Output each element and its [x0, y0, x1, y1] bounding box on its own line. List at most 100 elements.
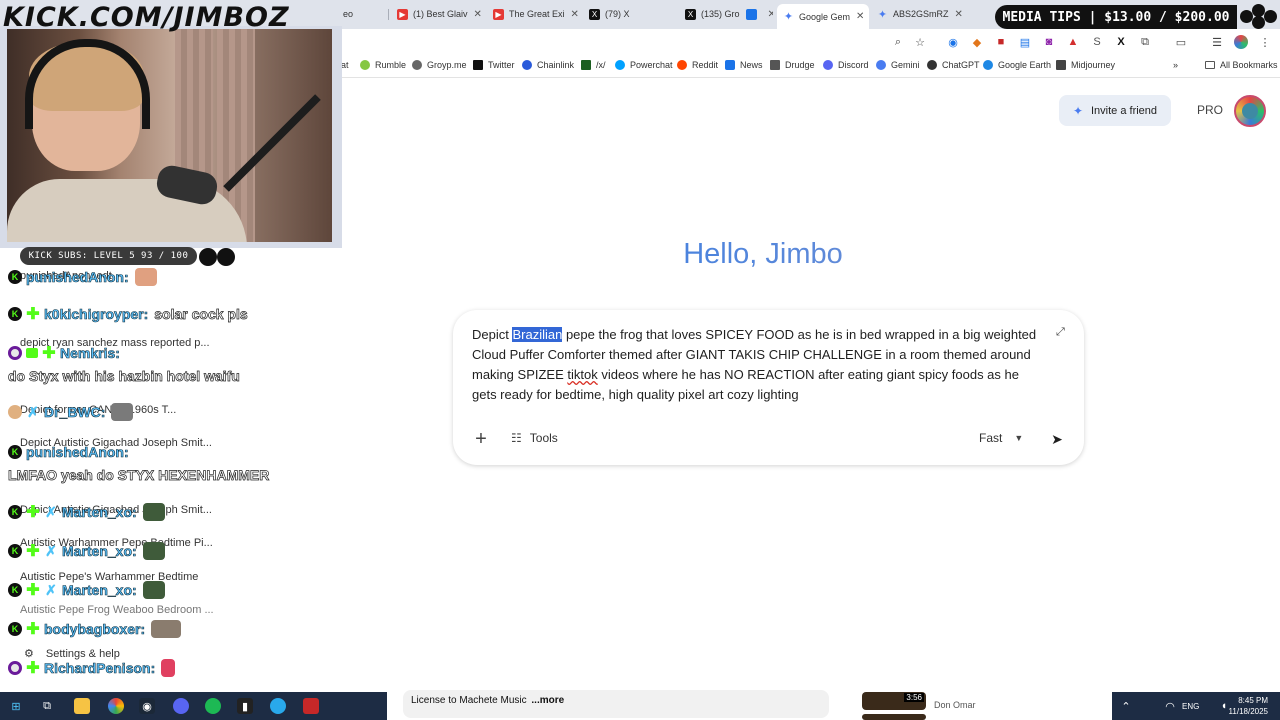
chat-username: k0kichigroyper:	[44, 306, 149, 323]
bookmark-twitter[interactable]: Twitter	[473, 60, 515, 70]
moderator-badge-icon	[8, 661, 22, 675]
language-indicator[interactable]: ENG	[1182, 702, 1199, 711]
bookmarks-overflow-icon[interactable]: »	[1173, 60, 1178, 70]
channel-name[interactable]: Don Omar	[934, 700, 976, 710]
more-menu-icon[interactable]: ⋮	[1258, 35, 1272, 49]
tab-best-glaive[interactable]: ▶ (1) Best Glaiv ✕	[397, 4, 485, 24]
extension-icon[interactable]: S	[1090, 35, 1104, 49]
invite-friend-button[interactable]: ✦ Invite a friend	[1059, 95, 1171, 126]
spotify-icon[interactable]	[205, 698, 221, 714]
bookmark-chainlink[interactable]: Chainlink	[522, 60, 574, 70]
chat-message: ✚ RichardPenison:	[8, 659, 176, 677]
chat-message: K punishedAnon:	[8, 444, 135, 460]
bookmark-chatgpt[interactable]: ChatGPT	[927, 60, 980, 70]
tab-x-135[interactable]: X (135) Gro ✕	[685, 4, 773, 24]
zoom-icon[interactable]: ⌕	[891, 35, 905, 49]
bookmark-star-icon[interactable]: ☆	[913, 35, 927, 49]
video-description[interactable]: License to Machete Music ...more	[403, 690, 829, 718]
extension-icon[interactable]: ◉	[946, 35, 960, 49]
bookmark-news[interactable]: News	[725, 60, 763, 70]
telegram-icon[interactable]	[270, 698, 286, 714]
sub-badge-icon: ✚	[42, 345, 56, 362]
clock-date[interactable]: 11/18/2025	[1216, 707, 1268, 716]
clock-time[interactable]: 8:45 PM	[1224, 696, 1268, 705]
task-view-icon[interactable]: ⧉	[39, 698, 55, 714]
tab-great-exit[interactable]: ▶ The Great Exi ✕	[493, 4, 581, 24]
obs-icon[interactable]: ▮	[237, 698, 253, 714]
bookmark-reddit[interactable]: Reddit	[677, 60, 718, 70]
taskbar: ⊞ ⧉ ◉ ▮	[0, 692, 387, 720]
bookmark-midjourney[interactable]: Midjourney	[1056, 60, 1115, 70]
close-icon[interactable]: ✕	[856, 11, 864, 22]
expand-icon[interactable]: ⤢	[1056, 326, 1065, 339]
reading-list-icon[interactable]: ☰	[1210, 35, 1224, 49]
extension-icon[interactable]: ■	[994, 35, 1008, 49]
chat-text: do Styx with his hazbin hotel waifu	[8, 368, 240, 385]
add-attachment-button[interactable]: +	[471, 428, 491, 451]
chrome-icon[interactable]	[108, 698, 124, 714]
bookmark-drudge[interactable]: Drudge	[770, 60, 815, 70]
metamask-icon[interactable]: ◆	[970, 35, 984, 49]
video-thumbnail[interactable]	[862, 714, 926, 720]
tab-partial[interactable]: eo	[343, 4, 367, 24]
close-icon[interactable]: ✕	[571, 9, 579, 20]
gemini-icon: ✦	[783, 11, 794, 23]
video-thumbnail[interactable]: 3:56	[862, 692, 926, 710]
bar-badge-icon	[26, 348, 38, 358]
puzzle-icon[interactable]: ⧉	[1138, 35, 1152, 49]
kick-logo-icon	[1240, 4, 1278, 30]
wifi-icon[interactable]: ◠	[1162, 698, 1178, 714]
bookmark-groypme[interactable]: Groyp.me	[412, 60, 467, 70]
recent-chat-item[interactable]: Autistic Pepe Frog Weaboo Bedroom ...	[20, 604, 214, 616]
close-icon[interactable]: ✕	[955, 9, 963, 20]
tab-google-gemini[interactable]: ✦ Google Gem ✕	[777, 4, 869, 29]
bookmark-google-earth[interactable]: Google Earth	[983, 60, 1051, 70]
channel-watermark: KICK.COM/JIMBOZ	[3, 2, 290, 33]
chat-message-body: do Styx with his hazbin hotel waifu	[8, 368, 240, 385]
pro-badge[interactable]: PRO	[1197, 103, 1223, 117]
extension-icon[interactable]: ▲	[1066, 35, 1080, 49]
extension-icon[interactable]: ◙	[1042, 35, 1056, 49]
reddit-icon	[677, 60, 687, 70]
prompt-textarea[interactable]: Depict Brazilian pepe the frog that love…	[472, 325, 1047, 405]
cast-icon[interactable]: ▭	[1174, 35, 1188, 49]
bookmark-x-board[interactable]: /x/	[581, 60, 606, 70]
bookmark-partial[interactable]: at	[341, 60, 349, 70]
extension-icon[interactable]: ▤	[1018, 35, 1032, 49]
file-explorer-icon[interactable]	[74, 698, 90, 714]
sliders-icon: ☷	[511, 431, 522, 445]
tab-label: (79) X	[605, 9, 630, 19]
emote-icon	[151, 620, 182, 638]
close-icon[interactable]: ✕	[474, 9, 482, 20]
tab-label: (135) Gro	[701, 9, 740, 19]
sword-badge-icon: ✗	[45, 542, 57, 559]
x-logo-icon[interactable]: X	[1114, 35, 1128, 49]
chat-username: Nemkris:	[60, 345, 121, 362]
windows-start-icon[interactable]: ⊞	[8, 698, 24, 714]
bookmark-label: Groyp.me	[427, 60, 467, 70]
bookmark-discord[interactable]: Discord	[823, 60, 869, 70]
tab-abs2gs[interactable]: ✦ ABS2GSmRZ ✕	[877, 4, 963, 24]
app-icon[interactable]	[303, 698, 319, 714]
close-icon[interactable]: ✕	[768, 9, 773, 20]
prompt-input-box[interactable]: Depict Brazilian pepe the frog that love…	[453, 310, 1084, 465]
moderator-badge-icon	[8, 346, 22, 360]
send-button[interactable]: ➤	[1044, 426, 1070, 452]
steam-icon[interactable]: ◉	[139, 698, 155, 714]
tab-x-79[interactable]: X (79) X	[589, 4, 677, 24]
profile-avatar-icon[interactable]	[1234, 35, 1248, 49]
sword-badge-icon: ✗	[45, 503, 57, 520]
bookmark-powerchat[interactable]: Powerchat	[615, 60, 673, 70]
show-more-link[interactable]: ...more	[531, 695, 564, 706]
emote-icon	[111, 403, 134, 421]
account-avatar[interactable]	[1234, 95, 1266, 127]
tools-button[interactable]: ☷ Tools	[511, 431, 558, 445]
tray-chevron-icon[interactable]: ⌃	[1118, 698, 1134, 714]
bookmark-rumble[interactable]: Rumble	[360, 60, 406, 70]
bookmark-gemini[interactable]: Gemini	[876, 60, 920, 70]
discord-icon[interactable]	[173, 698, 189, 714]
model-mode-dropdown[interactable]: Fast ▼	[979, 431, 1023, 445]
bookmark-label: Discord	[838, 60, 869, 70]
all-bookmarks-button[interactable]: All Bookmarks	[1205, 60, 1278, 70]
x-logo-icon: X	[589, 8, 600, 20]
